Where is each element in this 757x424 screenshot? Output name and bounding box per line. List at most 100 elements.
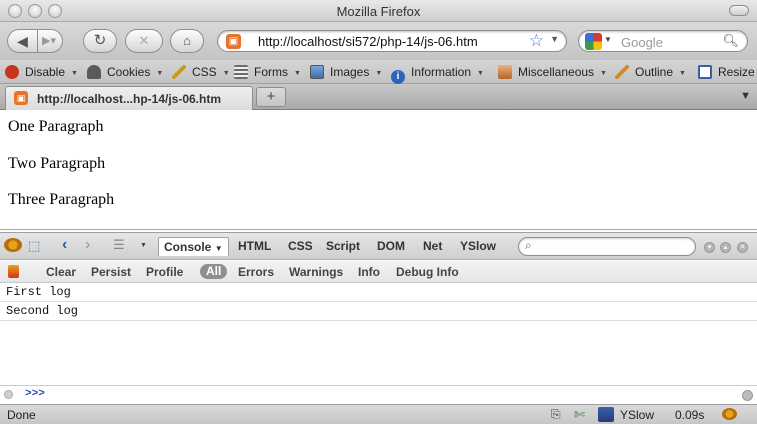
- wd-disable-menu[interactable]: Disable ▼: [5, 60, 78, 84]
- firebug-icon[interactable]: [4, 238, 22, 252]
- tab-dom[interactable]: DOM: [377, 239, 405, 253]
- wd-label: Outline: [635, 65, 674, 79]
- new-tab-button[interactable]: +: [256, 87, 286, 107]
- paragraph: Three Paragraph: [8, 191, 115, 208]
- cookie-person-icon: [87, 65, 101, 79]
- search-icon[interactable]: 🔍︎: [722, 33, 739, 49]
- dropdown-arrow-icon: ▼: [600, 70, 607, 77]
- next-arrow-icon[interactable]: ›: [85, 236, 90, 254]
- expand-editor-icon[interactable]: [742, 390, 753, 401]
- bookmark-star-icon[interactable]: ☆: [529, 31, 544, 51]
- yslow-label[interactable]: YSlow: [620, 408, 654, 422]
- stop-icon: ✕: [138, 33, 150, 48]
- console-log-row: Second log: [0, 302, 757, 321]
- profile-button[interactable]: Profile: [146, 265, 183, 279]
- load-time: 0.09s: [675, 408, 705, 422]
- wd-images-menu[interactable]: Images ▼: [310, 60, 382, 84]
- tools-icon: [498, 65, 512, 79]
- filter-debug-info[interactable]: Debug Info: [396, 265, 459, 279]
- plus-icon: +: [266, 88, 276, 105]
- wd-information-menu[interactable]: i Information ▼: [391, 60, 484, 84]
- console-dropdown-icon: ▼: [214, 244, 223, 253]
- home-button[interactable]: ⌂: [170, 29, 204, 53]
- navigation-toolbar: ◀ ▶▾ ↻ ✕ ⌂ ▣ http://localhost/si572/php-…: [0, 22, 757, 60]
- tab-title[interactable]: http://localhost...hp-14/js-06.htm: [37, 92, 221, 106]
- engine-dropdown-icon[interactable]: ▼: [604, 35, 612, 44]
- dropdown-arrow-icon: ▼: [375, 70, 383, 77]
- back-arrow-icon[interactable]: ◀: [8, 30, 38, 52]
- tab-strip: ▣ http://localhost...hp-14/js-06.htm + ▼: [0, 84, 757, 110]
- console-options-icon[interactable]: [8, 265, 19, 278]
- wd-cookies-menu[interactable]: Cookies ▼: [87, 60, 163, 84]
- paragraph: One Paragraph: [8, 118, 104, 135]
- paragraph: Two Paragraph: [8, 155, 106, 172]
- status-bar: Done ⎘ ✄ YSlow 0.09s: [0, 404, 757, 424]
- tab-net[interactable]: Net: [423, 239, 442, 253]
- wd-label: Forms: [254, 65, 288, 79]
- dropdown-arrow-icon: ▼: [477, 70, 484, 77]
- wd-css-menu[interactable]: CSS ▼: [172, 60, 230, 84]
- detach-window-icon[interactable]: ▴: [720, 242, 731, 253]
- clear-button[interactable]: Clear: [46, 265, 76, 279]
- wd-label: Information: [411, 65, 472, 79]
- tab-css[interactable]: CSS: [288, 239, 313, 253]
- window-titlebar: Mozilla Firefox: [0, 0, 757, 22]
- tab-html[interactable]: HTML: [238, 239, 271, 253]
- webdev-tools-icon[interactable]: ✄: [574, 407, 585, 423]
- wd-label: Cookies: [107, 65, 151, 79]
- tab-js-06[interactable]: ▣ http://localhost...hp-14/js-06.htm: [5, 86, 253, 110]
- wd-label: Miscellaneous: [518, 65, 595, 79]
- tab-favicon-icon: ▣: [14, 91, 28, 105]
- window-title: Mozilla Firefox: [336, 4, 421, 19]
- tab-list-icon[interactable]: ▼: [740, 90, 751, 102]
- previous-arrow-icon[interactable]: ‹: [62, 236, 67, 254]
- firebug-search-input[interactable]: ⌕: [518, 237, 696, 256]
- home-icon: ⌂: [183, 33, 191, 48]
- toolbar-toggle-button[interactable]: [729, 5, 749, 16]
- menu-lines-icon[interactable]: ☰: [113, 237, 125, 253]
- search-bar[interactable]: ▼ Google 🔍︎: [578, 30, 748, 52]
- inspect-icon[interactable]: ⬚: [28, 238, 40, 254]
- firebug-menu-icon[interactable]: ▾: [704, 242, 715, 253]
- resize-icon: [698, 65, 712, 79]
- page-info-icon[interactable]: ⎘: [551, 407, 561, 422]
- site-favicon-icon: ▣: [226, 34, 241, 49]
- filter-errors[interactable]: Errors: [238, 265, 274, 279]
- google-engine-icon[interactable]: [585, 33, 602, 50]
- url-dropdown-icon[interactable]: ▼: [550, 34, 559, 44]
- stop-button[interactable]: ✕: [125, 29, 163, 53]
- status-text: Done: [7, 408, 36, 422]
- tab-script[interactable]: Script: [326, 239, 360, 253]
- page-content: One Paragraph Two Paragraph Three Paragr…: [0, 110, 757, 230]
- dropdown-arrow-icon: ▼: [222, 70, 230, 77]
- image-icon: [310, 65, 324, 79]
- firebug-status-icon[interactable]: [722, 408, 737, 420]
- url-text[interactable]: http://localhost/si572/php-14/js-06.htm: [258, 34, 478, 49]
- firebug-toolbar: ⬚ ‹ › ☰ ▼ Console ▼ HTML CSS Script DOM …: [0, 232, 757, 260]
- persist-button[interactable]: Persist: [91, 265, 131, 279]
- form-icon: [234, 65, 248, 79]
- wd-label: Images: [330, 65, 370, 79]
- search-placeholder[interactable]: Google: [621, 35, 663, 50]
- tab-console[interactable]: Console ▼: [158, 237, 229, 256]
- wd-resize-menu[interactable]: Resize: [698, 60, 755, 84]
- tab-yslow[interactable]: YSlow: [460, 239, 496, 253]
- forward-arrow-icon[interactable]: ▶▾: [42, 30, 56, 52]
- wd-forms-menu[interactable]: Forms ▼: [234, 60, 301, 84]
- back-forward-button[interactable]: ◀ ▶▾: [7, 29, 63, 53]
- console-command-line[interactable]: >>>: [0, 385, 757, 404]
- filter-warnings[interactable]: Warnings: [289, 265, 343, 279]
- info-icon: i: [391, 70, 405, 84]
- filter-info[interactable]: Info: [358, 265, 380, 279]
- tab-label: Console: [164, 240, 212, 254]
- reload-button[interactable]: ↻: [83, 29, 117, 53]
- filter-all[interactable]: All: [200, 264, 228, 279]
- yslow-icon[interactable]: [598, 407, 614, 422]
- url-bar[interactable]: ▣ http://localhost/si572/php-14/js-06.ht…: [217, 30, 567, 52]
- wd-miscellaneous-menu[interactable]: Miscellaneous ▼: [498, 60, 607, 84]
- wd-outline-menu[interactable]: Outline ▼: [615, 60, 686, 84]
- command-prompt: >>>: [25, 388, 45, 400]
- close-firebug-icon[interactable]: ✕: [737, 242, 748, 253]
- menu-dropdown-icon[interactable]: ▼: [140, 242, 147, 249]
- command-line-icon: [4, 390, 13, 399]
